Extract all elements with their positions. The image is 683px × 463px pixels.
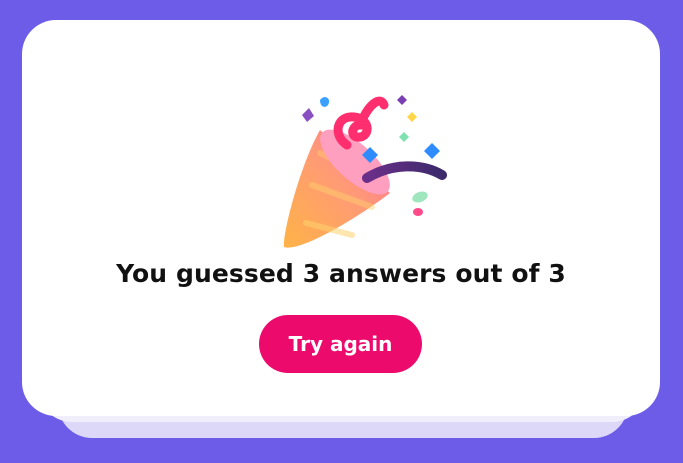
party-popper-icon [283,95,447,248]
result-card: You guessed 3 answers out of 3 Try again [22,20,660,416]
try-again-button[interactable]: Try again [259,315,422,373]
result-message: You guessed 3 answers out of 3 [116,259,566,288]
